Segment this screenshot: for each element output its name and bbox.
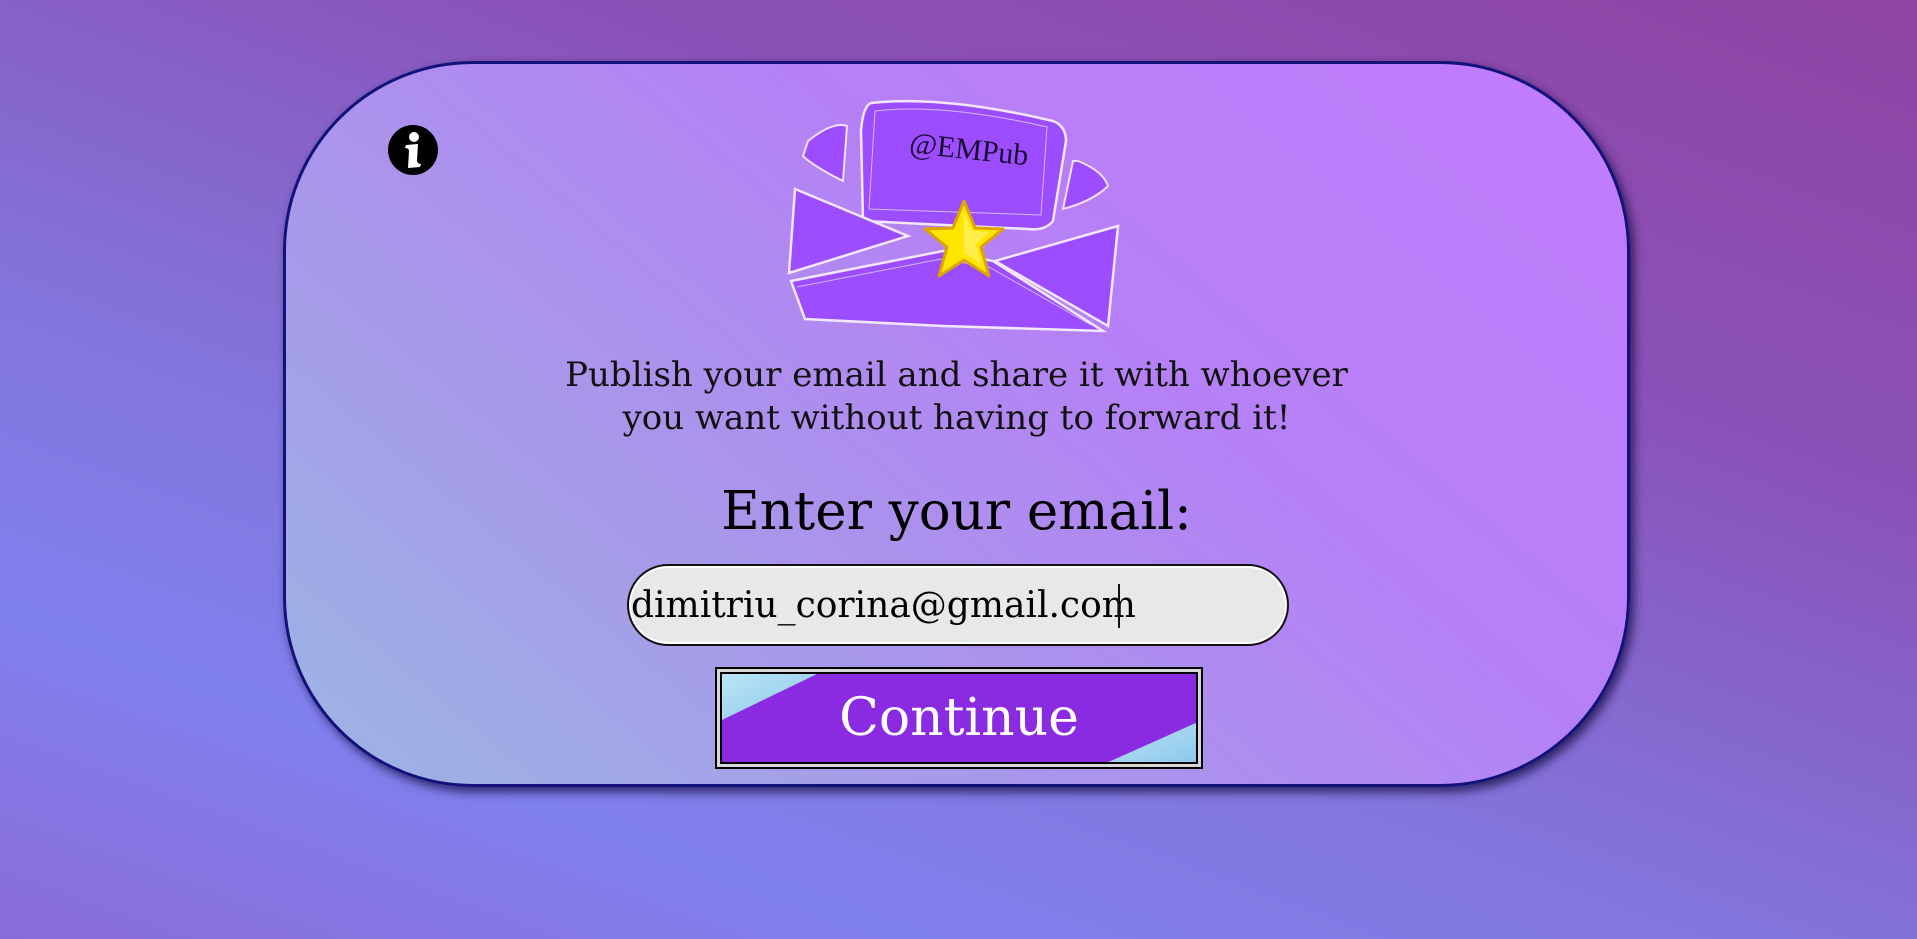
tagline: Publish your email and share it with who… — [547, 354, 1367, 440]
info-button[interactable] — [387, 124, 439, 176]
continue-label: Continue — [839, 688, 1079, 748]
text-caret — [1118, 584, 1120, 628]
signup-card: @EMPub Publish your email and share it w… — [283, 61, 1630, 787]
continue-button-face: Continue — [720, 672, 1198, 764]
email-field[interactable] — [627, 564, 1289, 646]
envelope-star-logo: @EMPub — [783, 81, 1138, 336]
email-heading: Enter your email: — [721, 481, 1192, 542]
info-icon — [388, 125, 438, 175]
continue-button[interactable]: Continue — [715, 667, 1203, 769]
tagline-line-2: you want without having to forward it! — [622, 398, 1291, 438]
tagline-line-1: Publish your email and share it with who… — [565, 355, 1348, 395]
